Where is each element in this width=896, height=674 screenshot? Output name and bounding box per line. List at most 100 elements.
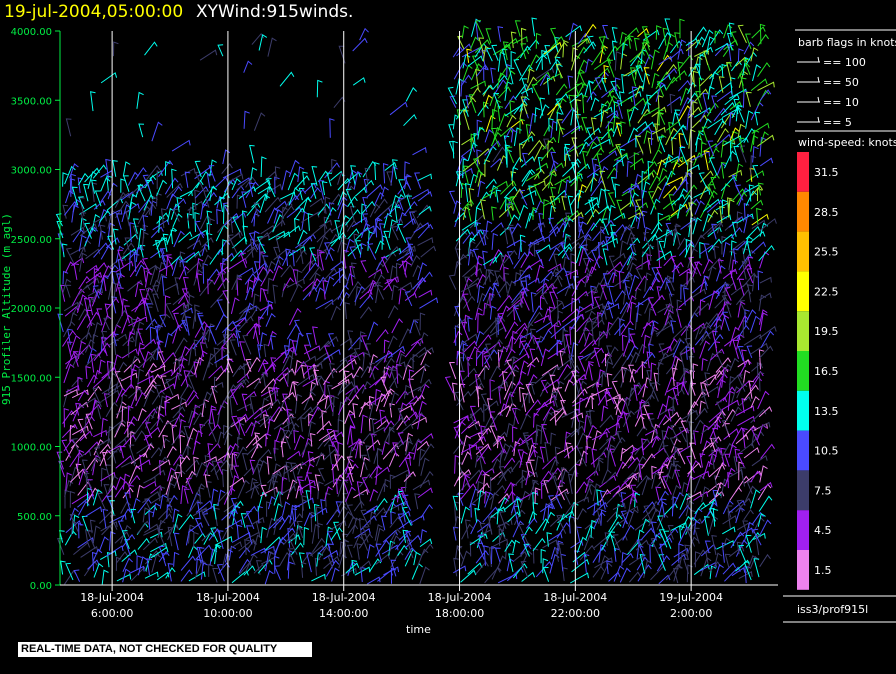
wind-barb xyxy=(634,202,649,213)
speed-scale-swatch xyxy=(797,152,809,192)
wind-barb xyxy=(397,423,414,436)
wind-barb xyxy=(513,59,522,77)
wind-barb xyxy=(359,242,367,258)
wind-barb xyxy=(202,361,214,381)
wind-barb xyxy=(150,226,164,238)
wind-barb xyxy=(735,434,749,445)
wind-barb xyxy=(106,545,124,557)
y-tick-label: 2500.00 xyxy=(11,235,52,246)
wind-barb xyxy=(395,389,409,404)
wind-barb xyxy=(460,418,478,434)
wind-barb xyxy=(369,377,384,389)
wind-barb xyxy=(462,367,477,382)
wind-barb xyxy=(137,407,147,421)
wind-barb xyxy=(106,197,124,211)
wind-barb xyxy=(489,484,506,501)
wind-barb xyxy=(483,366,490,380)
wind-barb xyxy=(369,488,378,502)
wind-barb xyxy=(548,339,563,352)
wind-barb xyxy=(700,424,709,444)
title-date: 19-jul-2004,05:00:00 xyxy=(4,2,183,22)
wind-barb xyxy=(137,537,150,550)
wind-barb xyxy=(400,502,407,523)
wind-barb xyxy=(540,470,552,484)
wind-barb xyxy=(112,324,121,338)
wind-barb xyxy=(193,456,199,472)
wind-barb xyxy=(484,490,491,504)
wind-barb xyxy=(409,222,424,241)
wind-barb xyxy=(452,495,459,511)
wind-barb xyxy=(172,513,183,534)
wind-barb xyxy=(727,510,734,529)
wind-barb xyxy=(751,122,770,134)
wind-barb xyxy=(729,486,742,501)
wind-barb xyxy=(650,49,660,70)
wind-barb xyxy=(627,508,639,527)
wind-barb xyxy=(559,350,565,366)
wind-barb xyxy=(491,44,499,61)
wind-barb xyxy=(150,365,166,373)
wind-barb xyxy=(375,392,386,412)
wind-barb xyxy=(707,265,717,281)
wind-barb xyxy=(599,435,615,450)
speed-scale-label: 28.5 xyxy=(814,206,839,219)
wind-barb xyxy=(171,401,187,410)
wind-barb xyxy=(294,359,302,376)
wind-barb xyxy=(571,496,590,507)
wind-barb xyxy=(266,517,277,538)
wind-barb xyxy=(272,284,279,304)
wind-barb xyxy=(584,303,604,313)
wind-barb xyxy=(419,470,434,489)
wind-barb xyxy=(496,508,503,525)
wind-barb xyxy=(759,553,771,567)
wind-barb xyxy=(303,262,319,279)
wind-barb xyxy=(694,501,707,515)
wind-barb xyxy=(497,26,504,42)
wind-barb xyxy=(461,321,470,341)
wind-barb xyxy=(448,274,457,290)
wind-barb xyxy=(236,373,250,384)
wind-barb xyxy=(692,234,705,251)
wind-barb xyxy=(93,562,104,578)
wind-barb xyxy=(540,379,549,394)
wind-barb xyxy=(324,336,339,348)
wind-barb xyxy=(728,199,735,216)
wind-barb xyxy=(570,572,589,584)
barb-legend: barb flags in knots == 100 == 50 == 10 == 5 xyxy=(795,29,896,129)
speed-scale-swatch xyxy=(797,231,809,272)
wind-barb xyxy=(302,171,308,186)
wind-barb xyxy=(690,383,696,396)
wind-barb xyxy=(656,352,670,370)
wind-barb xyxy=(490,222,504,233)
wind-barb xyxy=(503,272,510,293)
wind-barb xyxy=(471,55,480,71)
wind-barb xyxy=(173,551,180,567)
wind-barb xyxy=(634,401,651,414)
wind-barb xyxy=(98,342,111,357)
wind-barb xyxy=(699,185,711,200)
wind-barb xyxy=(217,404,226,425)
wind-barb xyxy=(208,563,214,577)
source-label: iss3/prof915l xyxy=(797,603,868,616)
wind-barb xyxy=(735,104,743,122)
wind-barb xyxy=(760,443,775,459)
wind-barb xyxy=(708,147,720,164)
wind-barb xyxy=(113,41,119,57)
wind-barb xyxy=(187,393,199,406)
wind-barb xyxy=(751,455,768,467)
wind-barb xyxy=(466,48,472,63)
wind-barb xyxy=(532,502,539,520)
wind-barb xyxy=(497,573,518,584)
wind-barb xyxy=(738,278,745,296)
wind-barb xyxy=(758,495,773,512)
wind-barb xyxy=(558,542,564,561)
wind-barb xyxy=(161,276,168,296)
wind-barb xyxy=(100,177,111,192)
wind-barb xyxy=(484,567,501,584)
wind-barb xyxy=(650,537,661,557)
wind-barb xyxy=(736,527,754,539)
wind-barb xyxy=(263,343,270,358)
wind-barb xyxy=(531,83,542,102)
wind-barb xyxy=(679,18,685,39)
speed-scale-label: 19.5 xyxy=(814,325,839,338)
